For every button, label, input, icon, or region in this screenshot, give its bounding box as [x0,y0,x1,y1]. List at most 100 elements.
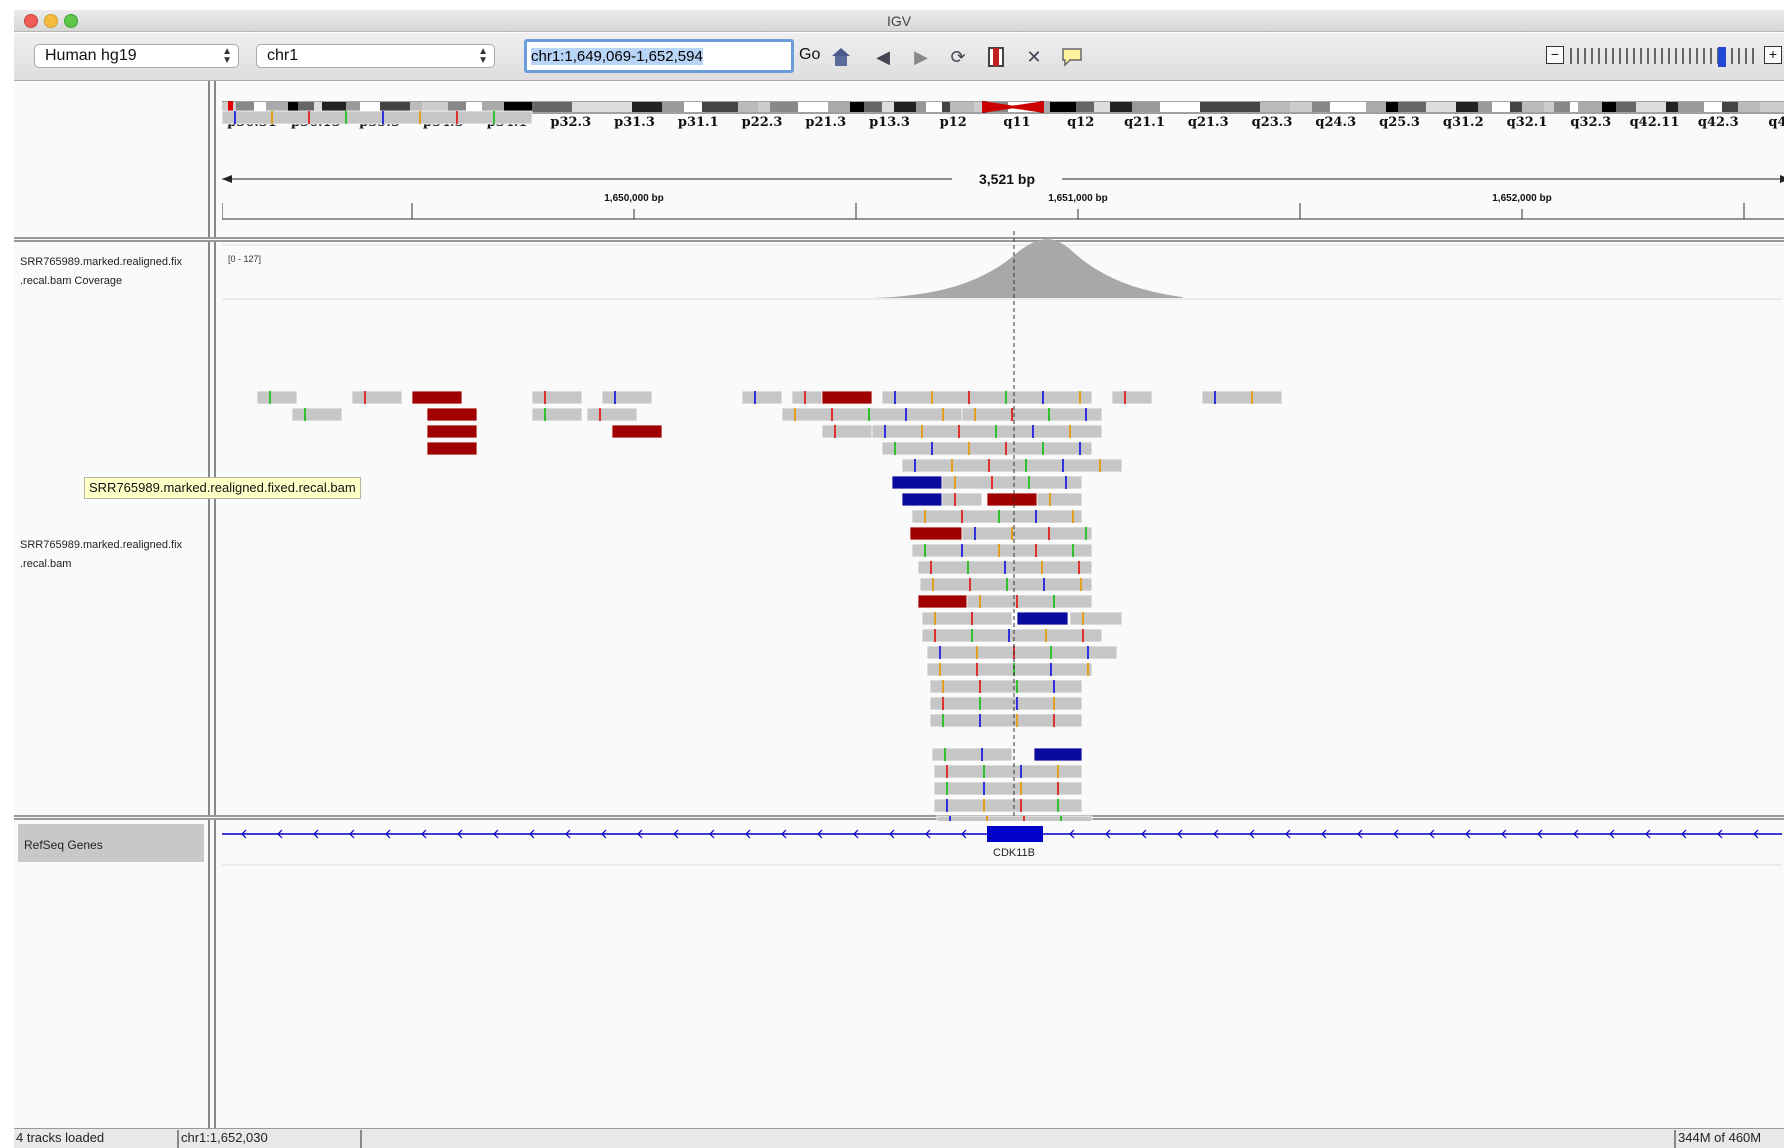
mismatch-mark [983,782,985,795]
go-button[interactable]: Go [799,46,820,64]
alignment-read [611,424,663,439]
alignment-read [791,390,823,405]
mismatch-mark [804,391,806,404]
alignment-track-name[interactable]: SRR765989.marked.realigned.fix .recal.ba… [20,536,182,574]
alignment-read [781,407,963,422]
roi-icon[interactable] [984,45,1008,69]
mismatch-mark [1020,799,1022,812]
mismatch-mark [1016,680,1018,693]
alignment-read [1033,747,1083,762]
alignment-read [933,764,1083,779]
mismatch-mark [1016,697,1018,710]
mismatch-mark [1008,629,1010,642]
mismatch-mark [308,111,310,124]
back-icon[interactable]: ◀ [871,45,895,69]
fit-icon[interactable]: ✕ [1022,45,1046,69]
mismatch-mark [968,442,970,455]
chromosome-select-value: chr1 [267,47,299,64]
mismatch-mark [1080,578,1082,591]
status-bar: 4 tracks loaded chr1:1,652,030 344M of 4… [14,1128,1784,1148]
locus-input[interactable]: chr1:1,649,069-1,652,594 [524,39,794,73]
mismatch-mark [998,544,1000,557]
mismatch-mark [983,799,985,812]
mismatch-mark [961,544,963,557]
zoom-in-button[interactable]: + [1764,46,1782,64]
alignment-read [941,475,1083,490]
mismatch-mark [1045,629,1047,642]
mismatch-mark [304,408,306,421]
coverage-track-name[interactable]: SRR765989.marked.realigned.fix .recal.ba… [20,253,182,291]
mismatch-mark [924,510,926,523]
alignment-panel[interactable] [222,81,1784,821]
zoom-slider[interactable] [1570,47,1756,67]
alignment-read [426,407,478,422]
genome-select-value: Human hg19 [45,47,137,64]
alignment-read [426,424,478,439]
mismatch-mark [1041,561,1043,574]
refresh-icon[interactable]: ⟳ [946,45,970,69]
alignment-read [1069,611,1123,626]
popup-text-icon[interactable] [1060,45,1084,69]
mismatch-mark [1020,782,1022,795]
mismatch-mark [934,629,936,642]
mismatch-mark [1053,714,1055,727]
mismatch-mark [976,663,978,676]
mismatch-mark [946,782,948,795]
genome-select[interactable]: Human hg19 ▲ ▼ [34,44,239,68]
message-status [360,1130,1690,1148]
mismatch-mark [1042,391,1044,404]
alignment-read [586,407,638,422]
mismatch-mark [1005,442,1007,455]
mismatch-mark [1214,391,1216,404]
mismatch-mark [1043,578,1045,591]
mismatch-mark [1020,765,1022,778]
mismatch-mark [971,612,973,625]
mismatch-mark [942,408,944,421]
mismatch-mark [1124,391,1126,404]
mismatch-mark [884,425,886,438]
mismatch-mark [924,544,926,557]
mismatch-mark [1050,663,1052,676]
alignment-read [986,492,1038,507]
mismatch-mark [1016,595,1018,608]
forward-icon[interactable]: ▶ [909,45,933,69]
coverage-track-name-line1: SRR765989.marked.realigned.fix [20,256,183,268]
alignment-read [256,390,298,405]
mismatch-mark [599,408,601,421]
alignment-read [1111,390,1153,405]
mismatch-mark [961,510,963,523]
alignment-read [933,781,1083,796]
mismatch-mark [493,111,495,124]
mismatch-mark [1050,646,1052,659]
mismatch-mark [979,680,981,693]
mismatch-mark [979,595,981,608]
chromosome-select[interactable]: chr1 ▲ ▼ [256,44,495,68]
refseq-track-name[interactable]: RefSeq Genes [18,824,204,862]
mismatch-mark [834,425,836,438]
mismatch-mark [544,408,546,421]
mismatch-mark [1057,799,1059,812]
alignment-read [961,407,1103,422]
track-name-tooltip: SRR765989.marked.realigned.fixed.recal.b… [84,477,361,499]
alignment-read [911,509,1083,524]
alignment-read [941,492,983,507]
alignment-read [291,407,343,422]
zoom-control[interactable]: − + [1546,46,1784,67]
mismatch-mark [1016,714,1018,727]
mismatch-mark [976,646,978,659]
home-icon[interactable] [829,45,853,69]
mismatch-mark [988,459,990,472]
mismatch-mark [951,459,953,472]
zoom-slider-handle[interactable] [1718,47,1726,67]
mismatch-mark [942,680,944,693]
mismatch-mark [958,425,960,438]
mismatch-mark [1004,561,1006,574]
mismatch-mark [894,391,896,404]
mismatch-mark [364,391,366,404]
mismatch-mark [1028,476,1030,489]
mismatch-mark [974,527,976,540]
gene-label: CDK11B [993,847,1035,859]
refseq-gene-track[interactable]: CDK11B [222,821,1784,881]
zoom-out-button[interactable]: − [1546,46,1564,64]
select-arrows-icon: ▲ ▼ [222,46,232,66]
